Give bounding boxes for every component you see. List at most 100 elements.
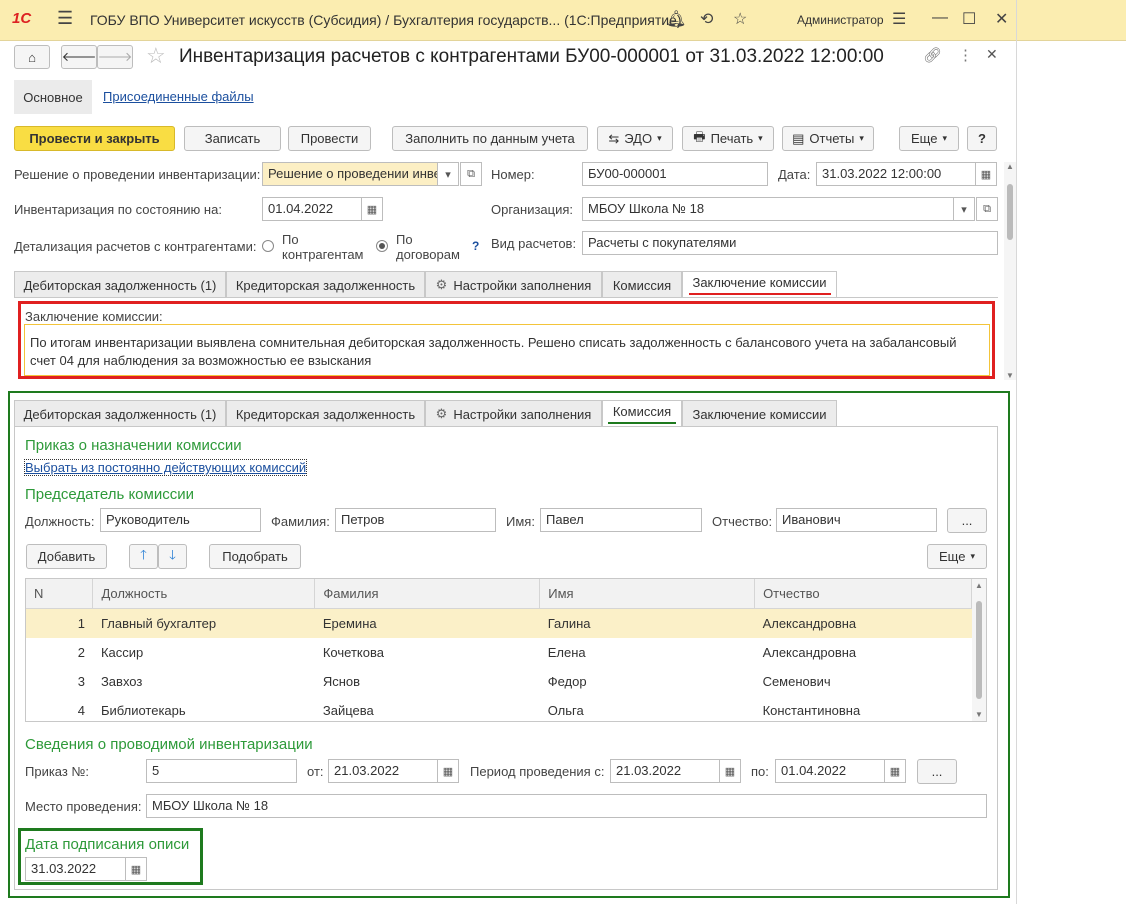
tab-debit[interactable]: Дебиторская задолженность (1) xyxy=(14,271,226,298)
gear-icon: ⚙ xyxy=(435,277,448,292)
add-button[interactable]: Добавить xyxy=(26,544,107,569)
scroll-thumb[interactable] xyxy=(976,601,982,699)
back-button[interactable]: 🡐 xyxy=(61,45,97,69)
star-icon[interactable]: ☆ xyxy=(733,9,747,29)
conclusion-textarea[interactable]: По итогам инвентаризации выявлена сомнит… xyxy=(24,324,990,376)
history-icon[interactable]: ⟲ xyxy=(700,9,713,29)
col-n[interactable]: N xyxy=(26,579,94,609)
col-patronymic[interactable]: Отчество xyxy=(754,579,972,609)
surname-field[interactable]: Петров xyxy=(335,508,496,532)
tab-settings-2[interactable]: ⚙ Настройки заполнения xyxy=(425,400,602,427)
org-dropdown-icon[interactable]: ▾ xyxy=(953,197,975,221)
calendar-icon[interactable]: ▦ xyxy=(975,162,997,186)
nav-tab-main[interactable]: Основное xyxy=(14,80,92,114)
close-doc-icon[interactable]: ✕ xyxy=(986,46,998,63)
tab-settings[interactable]: ⚙ Настройки заполнения xyxy=(425,271,602,298)
help-icon[interactable]: ? xyxy=(472,239,479,253)
patronymic-field[interactable]: Иванович xyxy=(776,508,937,532)
radio-contracts-label[interactable]: По договорам xyxy=(396,232,462,262)
settle-field[interactable]: Расчеты с покупателями xyxy=(582,231,998,255)
scroll-thumb[interactable] xyxy=(1007,184,1013,240)
bell-icon[interactable]: 🔔︎ xyxy=(666,9,686,29)
scroll-down-icon[interactable]: ▼ xyxy=(975,710,983,719)
tab-debit-2[interactable]: Дебиторская задолженность (1) xyxy=(14,400,226,427)
date-field[interactable]: 31.03.2022 12:00:00 xyxy=(816,162,976,186)
tab-credit-2[interactable]: Кредиторская задолженность xyxy=(226,400,425,427)
decision-field[interactable]: Решение о проведении инве xyxy=(262,162,438,186)
inv-date-field[interactable]: 01.04.2022 xyxy=(262,197,362,221)
table-scrollbar[interactable]: ▲ ▼ xyxy=(972,579,986,721)
org-field[interactable]: МБОУ Школа № 18 xyxy=(582,197,954,221)
more-button[interactable]: Еще ▾ xyxy=(899,126,959,151)
col-position[interactable]: Должность xyxy=(92,579,316,609)
period-from-field[interactable]: 21.03.2022 xyxy=(610,759,720,783)
post-close-button[interactable]: Провести и закрыть xyxy=(14,126,175,151)
favorite-star-icon[interactable]: ☆ xyxy=(146,43,166,69)
table-more-button[interactable]: Еще ▾ xyxy=(927,544,987,569)
col-surname[interactable]: Фамилия xyxy=(314,579,541,609)
post-button[interactable]: Провести xyxy=(288,126,371,151)
help-button[interactable]: ? xyxy=(967,126,997,151)
radio-contractors-label[interactable]: По контрагентам xyxy=(282,232,364,262)
scroll-up-icon[interactable]: ▲ xyxy=(1006,162,1014,171)
more-vertical-icon[interactable]: ⋮ xyxy=(958,46,973,64)
table-row[interactable]: 2 Кассир Кочеткова Елена Александровна xyxy=(26,638,972,667)
chevron-down-icon: ▾ xyxy=(970,551,975,561)
calendar-icon[interactable]: ▦ xyxy=(884,759,906,783)
name-field[interactable]: Павел xyxy=(540,508,702,532)
nav-tab-files[interactable]: Присоединенные файлы xyxy=(103,89,254,104)
calendar-icon[interactable]: ▦ xyxy=(361,197,383,221)
decision-open-icon[interactable]: ⧉ xyxy=(460,162,482,186)
minimize-icon[interactable]: — xyxy=(932,9,948,27)
scroll-down-icon[interactable]: ▼ xyxy=(1006,371,1014,380)
sign-date-field[interactable]: 31.03.2022 xyxy=(25,857,126,881)
fill-button[interactable]: Заполнить по данным учета xyxy=(392,126,588,151)
radio-contractors[interactable] xyxy=(262,240,274,252)
tab-commission-2[interactable]: Комиссия xyxy=(602,400,682,427)
pick-button[interactable]: Подобрать xyxy=(209,544,301,569)
print-button[interactable]: 🖶 Печать ▾ xyxy=(682,126,774,151)
decision-dropdown-icon[interactable]: ▾ xyxy=(437,162,459,186)
order-field[interactable]: 5 xyxy=(146,759,297,783)
tab-conclusion-2[interactable]: Заключение комиссии xyxy=(682,400,837,427)
edo-button[interactable]: ⇆ ЭДО ▾ xyxy=(597,126,673,151)
maximize-icon[interactable]: ☐ xyxy=(962,9,976,29)
move-down-button[interactable]: 🡓 xyxy=(158,544,187,569)
calendar-icon[interactable]: ▦ xyxy=(719,759,741,783)
reports-button[interactable]: ▤ Отчеты ▾ xyxy=(782,126,874,151)
form-scrollbar[interactable]: ▲ ▼ xyxy=(1004,162,1016,380)
user-name[interactable]: Администратор xyxy=(797,13,884,27)
scroll-up-icon[interactable]: ▲ xyxy=(975,581,983,590)
chair-select-button[interactable]: ... xyxy=(947,508,987,533)
table-row[interactable]: 3 Завхоз Яснов Федор Семенович xyxy=(26,667,972,696)
move-up-button[interactable]: 🡑 xyxy=(129,544,158,569)
tab-commission-label-2: Комиссия xyxy=(612,404,672,419)
order-date-field[interactable]: 21.03.2022 xyxy=(328,759,438,783)
period-to-field[interactable]: 01.04.2022 xyxy=(775,759,885,783)
home-button[interactable]: ⌂ xyxy=(14,45,50,69)
number-field[interactable]: БУ00-000001 xyxy=(582,162,768,186)
position-field[interactable]: Руководитель xyxy=(100,508,261,532)
tab-conclusion[interactable]: Заключение комиссии xyxy=(682,271,837,298)
table-header-row: N Должность Фамилия Имя Отчество xyxy=(26,579,972,609)
table-row[interactable]: 1 Главный бухгалтер Еремина Галина Алекс… xyxy=(26,608,972,638)
tab-credit[interactable]: Кредиторская задолженность xyxy=(226,271,425,298)
close-window-icon[interactable]: ✕ xyxy=(995,9,1008,29)
calendar-icon[interactable]: ▦ xyxy=(125,857,147,881)
link-icon[interactable]: 🔗︎ xyxy=(923,46,942,64)
place-field[interactable]: МБОУ Школа № 18 xyxy=(146,794,987,818)
org-open-icon[interactable]: ⧉ xyxy=(976,197,998,221)
save-button[interactable]: Записать xyxy=(184,126,281,151)
radio-contracts[interactable] xyxy=(376,240,388,252)
tab-commission[interactable]: Комиссия xyxy=(602,271,682,298)
choose-commission-link[interactable]: Выбрать из постоянно действующих комисси… xyxy=(23,459,308,476)
menu-icon[interactable]: ☰ xyxy=(57,8,73,29)
forward-button[interactable]: 🡒 xyxy=(97,45,133,69)
settings-icon[interactable]: ☰ xyxy=(892,9,906,29)
cell-patronymic: Семенович xyxy=(762,674,831,689)
calendar-icon[interactable]: ▦ xyxy=(437,759,459,783)
table-row[interactable]: 4 Библиотекарь Зайцева Ольга Константино… xyxy=(26,696,972,721)
decision-label: Решение о проведении инвентаризации: xyxy=(14,167,261,182)
col-name[interactable]: Имя xyxy=(539,579,756,609)
period-select-button[interactable]: ... xyxy=(917,759,957,784)
